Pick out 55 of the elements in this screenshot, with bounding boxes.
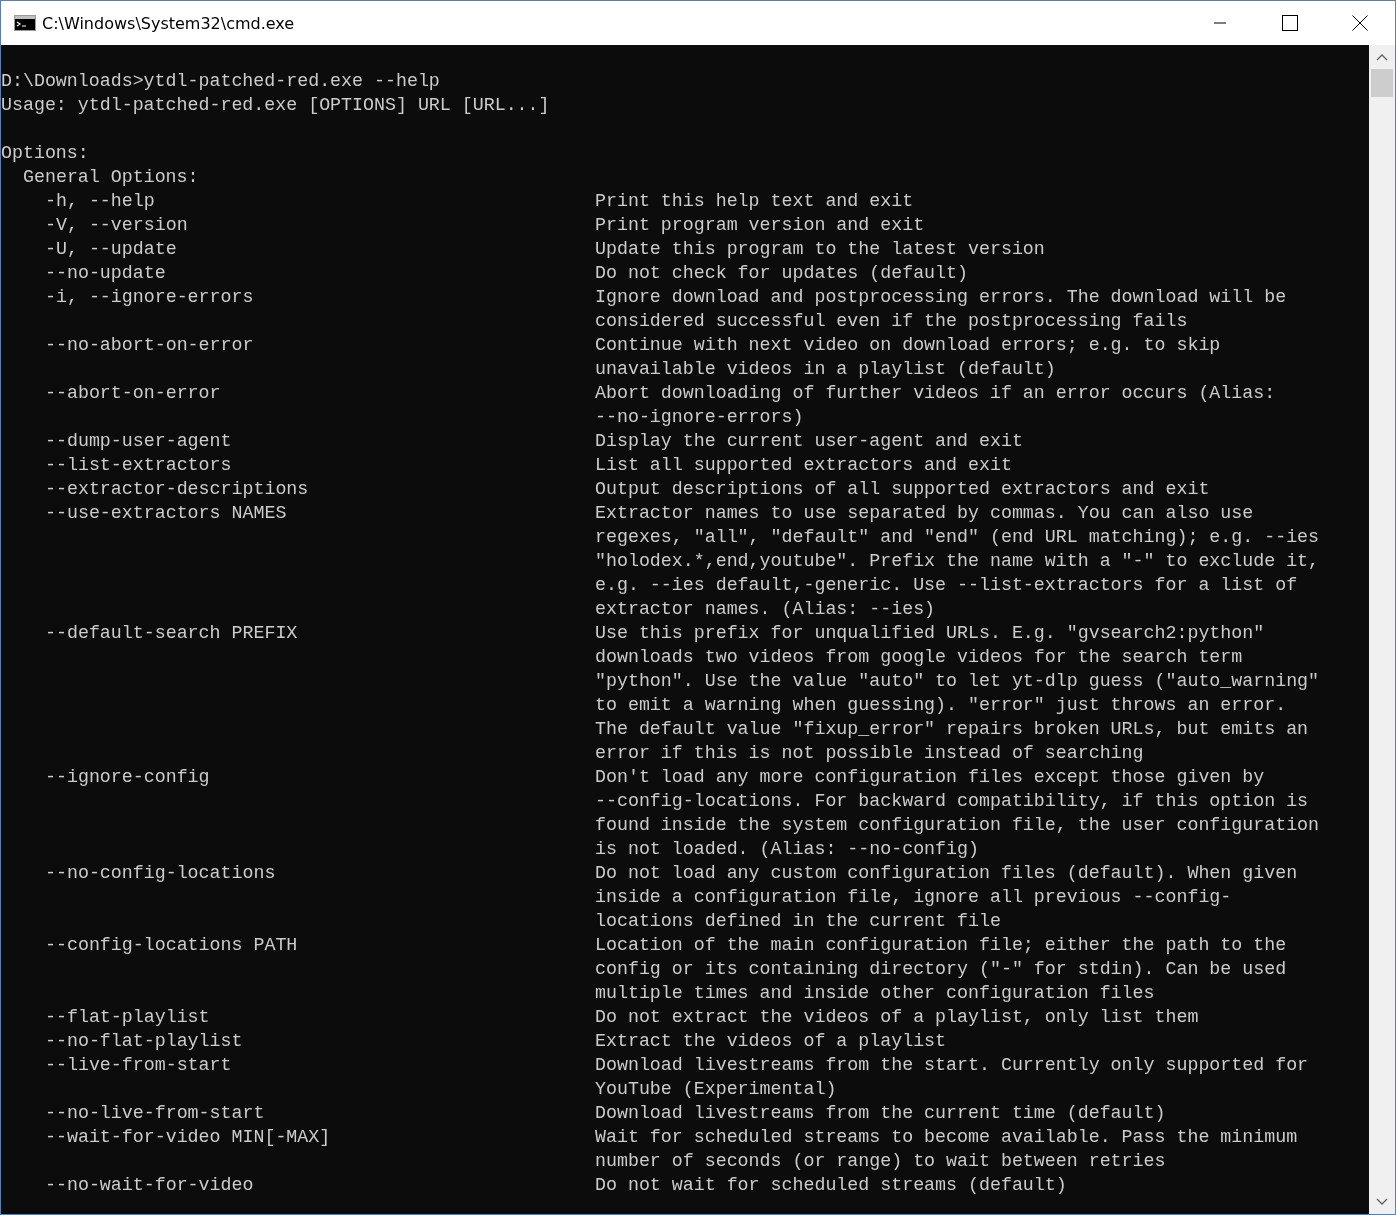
console-icon <box>14 15 36 31</box>
option-description: Don't load any more configuration files except those given by --config-locations. For backward compatibility, if this option is found inside the system configuration file, the user configuration is not loaded. (Alias: --no-config) <box>595 766 1321 861</box>
option-name-text: --abort-on-error <box>45 382 221 405</box>
option-name-text: --extractor-descriptions <box>45 478 309 501</box>
option-description: Wait for scheduled streams to become available. Pass the minimum number of seconds (or range) to wait between retries <box>595 1126 1299 1173</box>
option-name-text: --list-extractors <box>45 454 232 477</box>
option-description: Ignore download and postprocessing errors. The download will be considered successful even if the postprocessing fails <box>595 286 1288 333</box>
option-name-text: --ignore-config <box>45 766 210 789</box>
scrollbar-thumb[interactable] <box>1371 69 1393 97</box>
option-name-text: -U, --update <box>45 238 177 261</box>
option-name-text: -V, --version <box>45 214 188 237</box>
options-heading: Options: <box>1 142 90 165</box>
option-name-text: -h, --help <box>45 190 155 213</box>
option-name-text: --live-from-start <box>45 1054 232 1077</box>
option-name-text: --no-flat-playlist <box>45 1030 243 1053</box>
option-description: Extractor names to use separated by commas. You can also use regexes, "all", "default" and "end" (end URL matching); e.g. --ies "holodex.*,end,youtube". Prefix the name with a "-" to exclude it, e.g. --ies default,-generic. Use --list-extractors for a list of extractor names. (Alias: --ies) <box>595 502 1321 621</box>
maximize-icon <box>1282 15 1298 31</box>
option-name-text: --flat-playlist <box>45 1006 210 1029</box>
option-description: Download livestreams from the start. Currently only supported for YouTube (Experimental) <box>595 1054 1310 1101</box>
option-description: Output descriptions of all supported extractors and exit <box>595 478 1211 501</box>
option-name-text: --no-config-locations <box>45 862 276 885</box>
option-name-text: --wait-for-video MIN[-MAX] <box>45 1126 331 1149</box>
option-description: Continue with next video on download errors; e.g. to skip unavailable videos in a playlist (default) <box>595 334 1222 381</box>
group-heading: General Options: <box>22 166 200 189</box>
option-name-text: --no-live-from-start <box>45 1102 265 1125</box>
scroll-down-icon[interactable] <box>1376 1198 1388 1206</box>
option-description: Do not extract the videos of a playlist, only list them <box>595 1006 1200 1029</box>
option-description: Update this program to the latest version <box>595 238 1046 261</box>
option-description: Do not load any custom configuration files (default). When given inside a configuration file, ignore all previous --config- locations defined in the current file <box>595 862 1299 933</box>
window-title: C:\Windows\System32\cmd.exe <box>42 13 296 33</box>
option-description: Download livestreams from the current time (default) <box>595 1102 1167 1125</box>
close-icon <box>1352 15 1368 31</box>
option-description: Do not wait for scheduled streams (default) <box>595 1174 1068 1197</box>
option-name-text: --default-search PREFIX <box>45 622 298 645</box>
scrollbar[interactable] <box>1369 45 1395 1214</box>
option-description: Display the current user-agent and exit <box>595 430 1024 453</box>
option-description: Use this prefix for unqualified URLs. E.g. "gvsearch2:python" downloads two videos from google videos for the search term "python". Use the value "auto" to let yt-dlp guess ("auto_warning" to emit a warning when guessing). "error" just throws an error. The default value "fixup_error" repairs broken URLs, but emits an error if this is not possible instead of searching <box>595 622 1321 765</box>
usage-line: Usage: ytdl-patched-red.exe [OPTIONS] URL [URL...] <box>1 94 551 117</box>
option-name-text: --dump-user-agent <box>45 430 232 453</box>
option-description: Print this help text and exit <box>595 190 915 213</box>
minimize-icon <box>1214 22 1226 24</box>
command-line: D:\Downloads>ytdl-patched-red.exe --help <box>1 70 441 93</box>
option-description: List all supported extractors and exit <box>595 454 1013 477</box>
option-description: Extract the videos of a playlist <box>595 1030 948 1053</box>
option-description: Print program version and exit <box>595 214 926 237</box>
option-name-text: --no-update <box>45 262 166 285</box>
option-name-text: --config-locations PATH <box>45 934 298 957</box>
scroll-up-icon[interactable] <box>1376 53 1388 61</box>
option-name-text: --no-wait-for-video <box>45 1174 254 1197</box>
option-name-text: --no-abort-on-error <box>45 334 254 357</box>
option-name-text: -i, --ignore-errors <box>45 286 254 309</box>
option-description: Location of the main configuration file; either the path to the config or its containing directory ("-" for stdin). Can be used multiple times and inside other configuration files <box>595 934 1288 1005</box>
option-name-text: --use-extractors NAMES <box>45 502 287 525</box>
option-description: Do not check for updates (default) <box>595 262 969 285</box>
option-description: Abort downloading of further videos if an error occurs (Alias: --no-ignore-errors) <box>595 382 1277 429</box>
